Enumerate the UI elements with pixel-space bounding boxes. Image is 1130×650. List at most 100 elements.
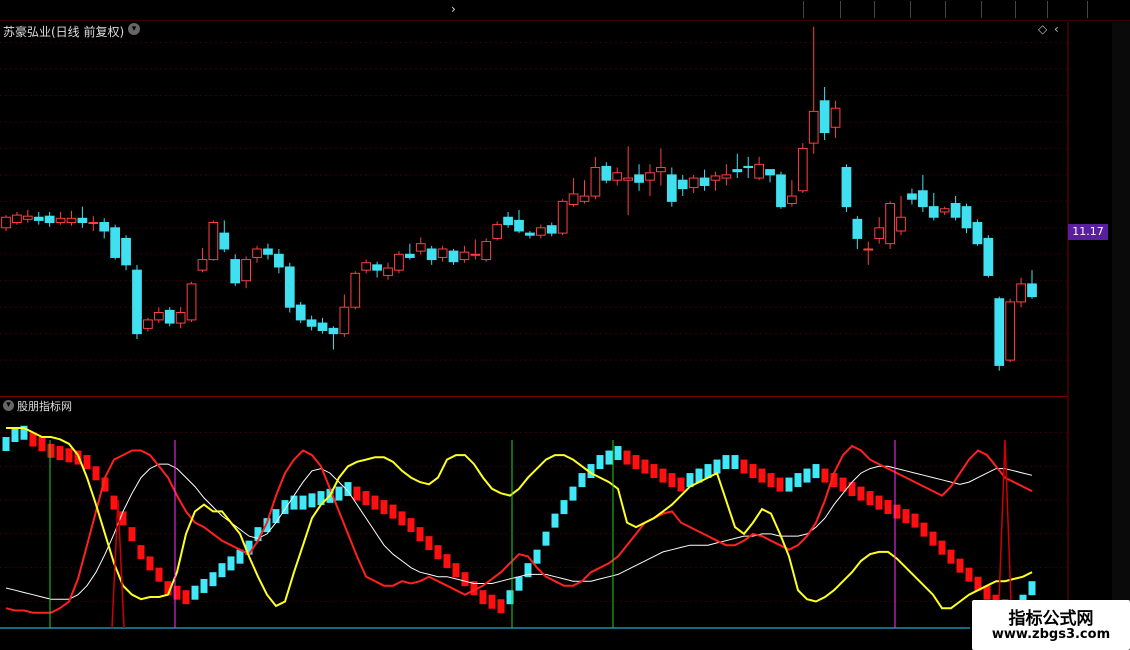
candle[interactable] [219,220,230,253]
candle[interactable] [317,317,328,334]
candle[interactable] [885,201,895,249]
candle[interactable] [208,220,219,261]
candle[interactable] [634,164,644,191]
candle[interactable] [437,245,448,262]
candle[interactable] [830,100,841,138]
candle[interactable] [372,261,382,278]
candlestick-chart[interactable] [0,0,1130,650]
candle[interactable] [797,143,808,193]
candle[interactable] [22,209,33,223]
candle[interactable] [874,217,885,244]
candle[interactable] [12,211,22,225]
collapse-icon[interactable]: ▾ [3,400,14,411]
candle[interactable] [186,281,197,323]
candle[interactable] [404,243,415,260]
candle[interactable] [907,188,917,205]
candle[interactable] [983,235,994,278]
candle[interactable] [503,211,513,228]
candle[interactable] [623,146,634,216]
candle[interactable] [295,301,306,324]
candle[interactable] [754,156,764,181]
candle[interactable] [950,196,961,221]
candle[interactable] [688,174,699,193]
candle[interactable] [175,307,186,329]
candle[interactable] [776,171,786,209]
candle[interactable] [241,256,251,289]
candle[interactable] [252,245,262,263]
candle[interactable] [339,294,350,337]
candle[interactable] [132,264,142,339]
candle[interactable] [88,216,99,231]
candle[interactable] [306,315,317,331]
candle[interactable] [153,307,164,324]
candle[interactable] [1,215,11,231]
candle[interactable] [328,326,339,350]
candle[interactable] [710,171,721,191]
candle[interactable] [808,26,819,154]
candle[interactable] [579,180,590,204]
candle[interactable] [1005,298,1016,363]
candle[interactable] [448,248,459,265]
candle[interactable] [568,178,579,207]
candle[interactable] [666,167,677,207]
candle[interactable] [470,239,481,260]
candle[interactable] [994,296,1005,371]
candle[interactable] [77,206,88,228]
candle[interactable] [765,169,775,183]
candle[interactable] [863,241,874,265]
candle[interactable] [426,245,437,265]
candle[interactable] [896,196,906,236]
candle[interactable] [44,211,55,227]
indicator-column [299,495,307,510]
candle[interactable] [143,317,153,332]
candle[interactable] [645,164,655,197]
indicator-column [812,464,820,479]
candle[interactable] [99,218,110,239]
candle[interactable] [110,224,121,260]
candle[interactable] [481,238,492,262]
candle[interactable] [972,219,983,246]
candle[interactable] [274,248,284,274]
indicator-column [155,567,163,582]
candle[interactable] [415,237,426,255]
candle[interactable] [601,162,612,184]
candle[interactable] [961,203,972,234]
indicator-column [542,531,550,546]
candle[interactable] [55,211,66,225]
candle[interactable] [612,167,623,186]
candle[interactable] [361,259,372,274]
candle[interactable] [284,262,295,313]
candle[interactable] [535,224,546,239]
candle[interactable] [699,169,710,191]
candle[interactable] [939,206,950,216]
candle[interactable] [121,235,131,271]
candle[interactable] [492,221,503,241]
candle[interactable] [841,164,852,212]
candle[interactable] [525,230,535,239]
candle[interactable] [350,271,361,310]
candle[interactable] [514,209,524,234]
candle[interactable] [557,199,568,236]
candle[interactable] [928,192,939,221]
candle[interactable] [230,254,241,287]
candle[interactable] [33,211,44,225]
candle[interactable] [677,174,688,197]
candle[interactable] [787,180,797,207]
candle[interactable] [66,210,77,226]
candle[interactable] [546,222,557,237]
candle[interactable] [590,156,601,200]
candle[interactable] [197,247,208,273]
candle[interactable] [852,216,863,249]
candle[interactable] [263,243,273,260]
candle[interactable] [1016,277,1026,308]
candle[interactable] [656,148,666,186]
indicator-column [641,459,649,474]
candle[interactable] [394,251,404,274]
candle[interactable] [819,87,830,140]
candle[interactable] [383,262,393,280]
candle[interactable] [164,307,175,327]
candle[interactable] [1027,270,1037,299]
candle[interactable] [917,174,928,212]
candle[interactable] [721,164,732,186]
candle[interactable] [459,245,470,263]
